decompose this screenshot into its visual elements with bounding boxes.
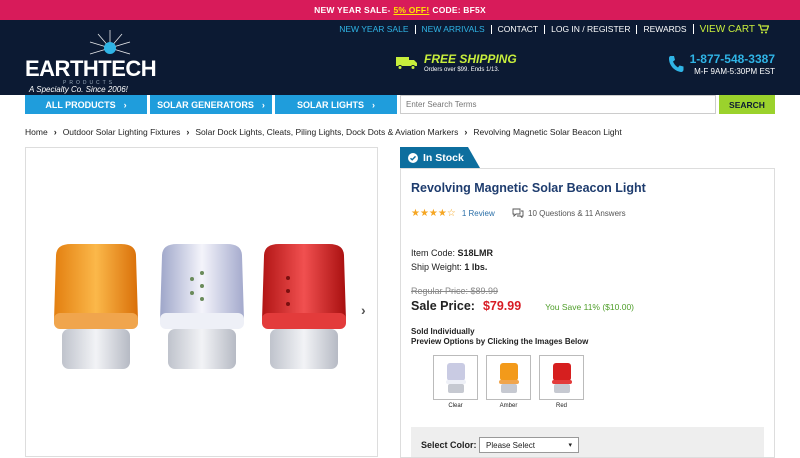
phone-contact[interactable]: 1-877-548-3387 M-F 9AM-5:30PM EST [668,52,775,76]
option-label-amber: Amber [499,403,518,409]
option-swatch-clear[interactable] [433,355,478,400]
regular-price: Regular Price: $89.99 [411,286,499,296]
promo-offer-link[interactable]: 5% OFF! [393,5,429,15]
topnav-contact[interactable]: CONTACT [490,24,544,34]
chevron-right-icon: › [123,99,127,110]
logo[interactable]: EARTHTECH PRODUCTS A Specialty Co. Since… [25,28,165,94]
option-label-red: Red [555,403,567,409]
free-shipping-subtitle: Orders over $99. Ends 1/13. [424,67,500,73]
breadcrumb-current: Revolving Magnetic Solar Beacon Light [473,127,622,137]
item-code-value: S18LMR [457,248,494,258]
in-stock-label: In Stock [423,151,464,164]
topnav-login-register[interactable]: LOG IN / REGISTER [544,24,636,34]
chat-bubbles-icon [512,208,524,218]
you-save: You Save 11% ($10.00) [545,302,635,312]
topnav-new-year-sale[interactable]: NEW YEAR SALE [333,24,414,34]
nav-solar-generators-label: SOLAR GENERATORS [157,99,254,110]
review-count-link[interactable]: 1 Review [462,209,495,218]
option-label-clear: Clear [448,403,463,409]
phone-number: 1-877-548-3387 [689,52,775,66]
product-title: Revolving Magnetic Solar Beacon Light [411,181,646,195]
chevron-right-icon: › [464,127,468,137]
select-color-label: Select Color: [421,440,477,450]
preview-options-hint: Preview Options by Clicking the Images B… [411,337,589,346]
qa-label: 10 Questions & 11 Answers [528,208,626,218]
color-select-value: Please Select [486,440,535,450]
truck-icon [396,56,417,70]
sale-price-row: Sale Price: $79.99 You Save 11% ($10.00) [411,299,634,313]
rating-stars-icon: ★★★★☆ [411,208,456,219]
search-input[interactable] [400,95,716,114]
promo-dash: - [387,5,391,15]
chevron-right-icon: › [53,127,57,137]
clear-beacon [160,244,244,369]
free-shipping-banner[interactable]: FREE SHIPPING Orders over $99. Ends 1/13… [396,52,517,73]
free-shipping-title: FREE SHIPPING [424,52,517,66]
nav-solar-lights[interactable]: SOLAR LIGHTS › [275,95,397,114]
nav-all-products-label: ALL PRODUCTS [45,99,116,110]
topnav-rewards[interactable]: REWARDS [636,24,692,34]
next-image-arrow-icon[interactable]: › [361,302,366,318]
top-nav: NEW YEAR SALE NEW ARRIVALS CONTACT LOG I… [333,24,775,34]
red-beacon [262,244,346,369]
clear-beacon-thumb [445,362,466,393]
promo-bar[interactable]: NEW YEAR SALE - 5% OFF! CODE: BF5X [0,0,800,20]
amber-beacon-thumb [498,362,519,393]
breadcrumb-outdoor-lighting[interactable]: Outdoor Solar Lighting Fixtures [63,127,181,137]
chevron-down-icon: ▾ [568,442,572,449]
phone-hours: M-F 9AM-5:30PM EST [694,67,775,76]
item-code: Item Code: S18LMR [411,248,493,258]
cart-icon [758,24,769,34]
option-swatch-amber[interactable] [486,355,531,400]
main-nav: ALL PRODUCTS › SOLAR GENERATORS › SOLAR LI… [25,95,775,114]
view-cart-link[interactable]: VIEW CART [692,23,775,35]
ship-weight-value: 1 lbs. [464,262,488,272]
topnav-new-arrivals[interactable]: NEW ARRIVALS [414,24,491,34]
promo-text: NEW YEAR SALE [314,5,388,15]
breadcrumb-dock-lights[interactable]: Solar Dock Lights, Cleats, Piling Lights… [195,127,458,137]
color-select[interactable]: Please Select ▾ [479,437,579,453]
product-image-panel[interactable] [25,147,378,457]
qa-link[interactable]: 10 Questions & 11 Answers [512,208,626,218]
chevron-right-icon: › [186,127,190,137]
product-rating[interactable]: ★★★★☆ 1 Review [411,208,495,219]
logo-tagline: A Specialty Co. Since 2006! [29,85,128,94]
nav-solar-generators[interactable]: SOLAR GENERATORS › [150,95,272,114]
sale-price-value: $79.99 [482,299,522,313]
in-stock-badge: In Stock [400,147,480,168]
nav-solar-lights-label: SOLAR LIGHTS [297,99,364,110]
logo-wordmark: EARTHTECH [25,56,157,82]
ship-weight-label: Ship Weight: [411,262,462,272]
site-header: EARTHTECH PRODUCTS A Specialty Co. Since… [0,20,800,95]
sold-individually: Sold Individually [411,327,475,336]
nav-all-products[interactable]: ALL PRODUCTS › [25,95,147,114]
ship-weight: Ship Weight: 1 lbs. [411,262,487,272]
item-code-label: Item Code: [411,248,456,258]
phone-icon [668,56,684,72]
breadcrumb-home[interactable]: Home [25,127,48,137]
logo-earth: EARTH [25,56,99,81]
amber-beacon [54,244,138,369]
logo-tech: TECH [98,56,157,81]
view-cart-label: VIEW CART [699,23,755,35]
sale-price-label: Sale Price: [411,299,475,313]
check-circle-icon [408,152,418,163]
product-image[interactable] [26,148,379,458]
sold-info: Sold Individually Preview Options by Cli… [411,327,588,347]
option-swatch-red[interactable] [539,355,584,400]
chevron-right-icon: › [261,99,265,110]
red-beacon-thumb [551,362,572,393]
chevron-right-icon: › [372,99,375,110]
search-button[interactable]: SEARCH [719,95,775,114]
breadcrumb: Home › Outdoor Solar Lighting Fixtures ›… [25,127,622,137]
promo-code: CODE: BF5X [432,5,486,15]
